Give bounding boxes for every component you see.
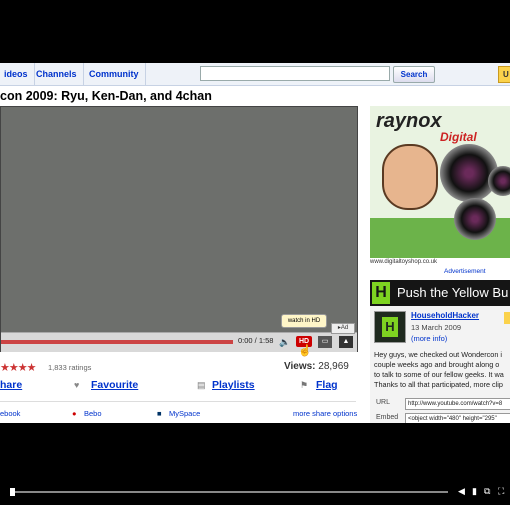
fullscreen-icon[interactable]: ⛶ bbox=[498, 486, 504, 497]
more-info-link[interactable]: (more info) bbox=[411, 334, 447, 343]
views-label: Views: bbox=[284, 361, 316, 372]
outer-scrub-track[interactable] bbox=[10, 491, 448, 493]
desc-line: Hey guys, we checked out Wondercon i bbox=[374, 350, 503, 359]
channel-info: H HouseholdHacker 13 March 2009 (more in… bbox=[370, 306, 510, 423]
quality-icon[interactable]: ▮ bbox=[472, 486, 477, 497]
share-facebook[interactable]: ebook bbox=[0, 409, 20, 418]
playlist-icon: ▤ bbox=[197, 380, 206, 390]
ratings-count: 1,833 ratings bbox=[48, 363, 92, 372]
search-input[interactable] bbox=[200, 66, 390, 81]
upload-button[interactable]: U bbox=[498, 66, 510, 83]
popout-icon[interactable]: ▭ bbox=[318, 336, 332, 348]
youtube-page: ideos Channels Community Search U con 20… bbox=[0, 63, 510, 423]
share-button[interactable]: hare bbox=[0, 379, 22, 391]
embed-label: Embed bbox=[376, 414, 399, 421]
lens-small bbox=[454, 198, 496, 240]
flag-button[interactable]: Flag bbox=[316, 379, 338, 391]
desc-line: couple weeks ago and brought along o bbox=[374, 360, 500, 369]
ad-subtitle: Digital bbox=[440, 130, 477, 144]
banner-text: Push the Yellow Bu bbox=[397, 285, 509, 300]
uploader-link[interactable]: HouseholdHacker bbox=[411, 311, 479, 320]
ad-caption: Advertisement bbox=[444, 268, 486, 275]
desc-line: Thanks to all that participated, more cl… bbox=[374, 380, 503, 389]
view-count: Views: 28,969 bbox=[284, 361, 349, 372]
top-nav: ideos Channels Community Search U bbox=[0, 63, 510, 86]
ad-badge-label: Ad bbox=[340, 325, 349, 331]
settings-icon[interactable]: ⧉ bbox=[484, 486, 490, 497]
outer-player-controls: ◀ ▮ ⧉ ⛶ bbox=[0, 486, 510, 498]
banner-logo-icon: H bbox=[372, 282, 390, 304]
fullscreen-icon[interactable]: ▲ bbox=[339, 336, 353, 348]
outer-scrub-knob[interactable] bbox=[10, 488, 15, 496]
lens-side bbox=[488, 166, 510, 196]
ad-person bbox=[382, 144, 438, 210]
playlists-button[interactable]: Playlists bbox=[212, 379, 255, 391]
flag-icon: ⚑ bbox=[300, 380, 309, 390]
bebo-icon: ● bbox=[72, 409, 77, 418]
share-myspace[interactable]: MySpace bbox=[169, 409, 200, 418]
time-display: 0:00 / 1:58 bbox=[238, 336, 274, 345]
more-share-options[interactable]: more share options bbox=[293, 409, 357, 418]
desc-line: to talk to some of our fellow geeks. It … bbox=[374, 370, 504, 379]
hd-tooltip: watch in HD bbox=[281, 314, 327, 328]
url-label: URL bbox=[376, 399, 391, 406]
volume-icon[interactable]: 🔈 bbox=[279, 336, 291, 348]
avatar-logo-icon: H bbox=[382, 317, 398, 337]
rating-stars[interactable]: ★★★★ bbox=[0, 361, 36, 374]
mouse-cursor-icon: ☝ bbox=[298, 345, 312, 357]
subscribe-button[interactable] bbox=[504, 312, 510, 324]
ad-image[interactable]: raynox Digital bbox=[370, 106, 510, 258]
channel-banner[interactable]: H Push the Yellow Bu bbox=[370, 280, 510, 306]
ad-badge: ▸Ad bbox=[331, 323, 355, 334]
share-bebo[interactable]: Bebo bbox=[84, 409, 102, 418]
upload-date: 13 March 2009 bbox=[411, 323, 462, 332]
video-description: Hey guys, we checked out Wondercon i cou… bbox=[374, 350, 510, 390]
myspace-icon: ■ bbox=[157, 409, 162, 418]
search-button[interactable]: Search bbox=[393, 66, 435, 83]
nav-community[interactable]: Community bbox=[83, 63, 146, 85]
nav-channels[interactable]: Channels bbox=[30, 63, 84, 85]
url-field[interactable]: http://www.youtube.com/watch?v=8 bbox=[405, 398, 510, 410]
views-number: 28,969 bbox=[318, 361, 349, 372]
embed-field[interactable]: <object width="480" height="295" bbox=[405, 413, 510, 423]
video-title: con 2009: Ryu, Ken-Dan, and 4chan bbox=[0, 89, 212, 103]
favourite-button[interactable]: Favourite bbox=[91, 379, 138, 391]
progress-bar[interactable] bbox=[1, 340, 233, 344]
divider bbox=[0, 401, 356, 402]
ad-url[interactable]: www.digitaltoyshop.co.uk bbox=[370, 259, 437, 265]
ad-brand: raynox bbox=[376, 110, 442, 132]
avatar[interactable]: H bbox=[374, 311, 406, 343]
volume-icon[interactable]: ◀ bbox=[458, 486, 465, 497]
heart-icon: ♥ bbox=[74, 380, 80, 390]
